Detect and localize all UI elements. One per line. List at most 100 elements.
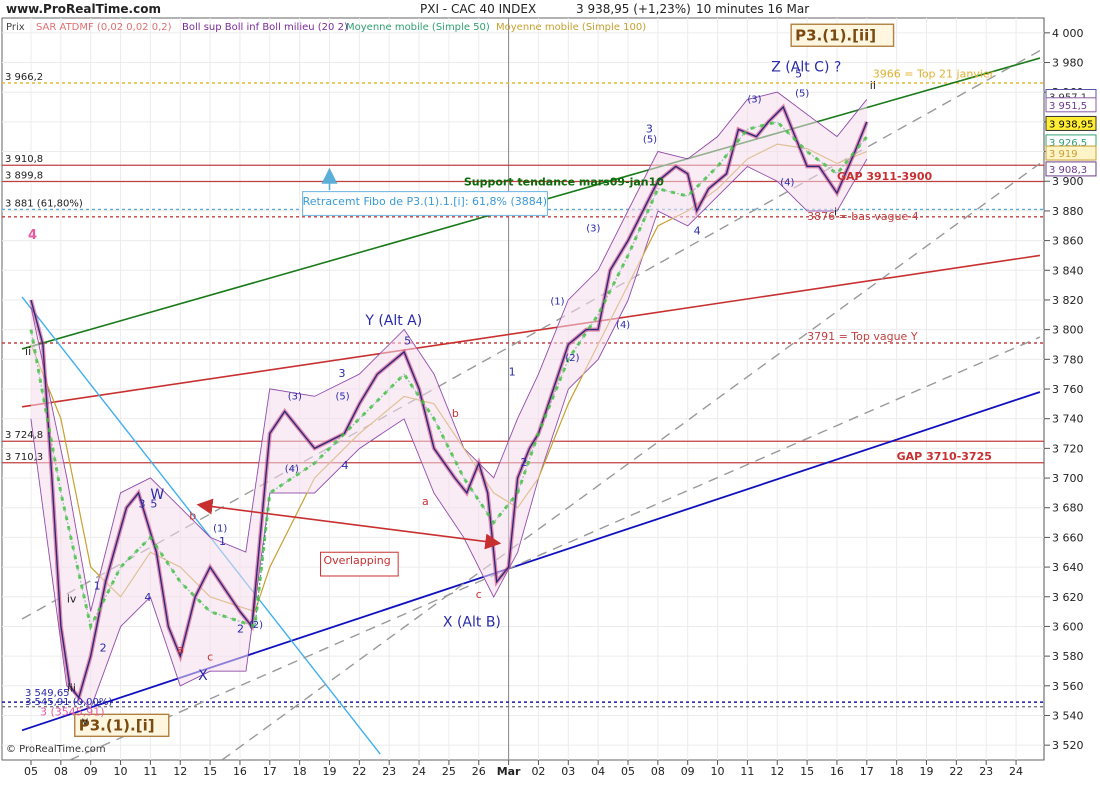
annotation: Retracemt Fibo de P3.(1).1.[i]: 61,8% (3…: [303, 195, 547, 208]
annotation: b: [452, 407, 459, 420]
wave-label: P3.(1).[i]: [79, 716, 155, 734]
site-label[interactable]: www.ProRealTime.com: [6, 2, 161, 16]
level-label: 3 724,8: [5, 430, 43, 441]
annotation: 3 (3545,91): [40, 705, 105, 718]
annotation: c: [207, 651, 213, 664]
period-label: 10 minutes 16 Mar: [696, 2, 809, 16]
annotation: (3): [586, 224, 600, 235]
x-tick-label: 02: [531, 765, 545, 778]
x-tick-label: 15: [203, 765, 217, 778]
price-tag-label: 3 919: [1049, 149, 1078, 160]
x-tick-label: 05: [621, 765, 635, 778]
annotation: a: [177, 643, 184, 656]
x-tick-label: 09: [681, 765, 695, 778]
annotation: 3: [646, 122, 653, 135]
legend-item: Prix: [6, 22, 25, 33]
x-tick-label: 12: [173, 765, 187, 778]
annotation: 3876 = bas vague 4: [807, 210, 919, 223]
level-label: 3 899,8: [5, 171, 43, 182]
annotation: 2: [100, 642, 107, 655]
y-tick-label: 4 000: [1052, 27, 1084, 40]
x-tick-label: 10: [114, 765, 128, 778]
chart-root: www.ProRealTime.com PXI - CAC 40 INDEX 3…: [0, 0, 1100, 800]
annotation: 3966 = Top 21 janvier: [873, 67, 995, 80]
annotation: 1: [219, 535, 226, 548]
annotation: 5: [404, 334, 411, 347]
y-tick-label: 3 620: [1052, 591, 1084, 604]
annotation: (5): [335, 391, 349, 402]
chart-title: PXI - CAC 40 INDEX: [420, 2, 536, 16]
price-tag-label: 3 908,3: [1049, 165, 1087, 176]
y-tick-label: 3 840: [1052, 264, 1084, 277]
annotation: 1: [509, 366, 516, 379]
x-tick-label: Mar: [497, 765, 521, 778]
annotation: iv: [67, 593, 77, 606]
y-tick-label: 3 600: [1052, 620, 1084, 633]
y-tick-label: 3 520: [1052, 739, 1084, 752]
annotation: (3): [747, 95, 761, 106]
footer-copyright: © ProRealTime.com: [6, 744, 106, 755]
y-tick-label: 3 660: [1052, 531, 1084, 544]
x-tick-label: 16: [233, 765, 247, 778]
y-tick-label: 3 640: [1052, 561, 1084, 574]
annotation: (5): [643, 135, 657, 146]
x-tick-label: 16: [830, 765, 844, 778]
x-tick-label: 19: [323, 765, 337, 778]
annotation: a: [422, 495, 429, 508]
price-tag-label: 3 951,5: [1049, 101, 1087, 112]
annotation: Overlapping: [324, 554, 391, 567]
annotation: Support tendance mars09-jan10: [464, 176, 664, 189]
x-tick-label: 22: [949, 765, 963, 778]
annotation: (1): [213, 523, 227, 534]
annotation: 1: [94, 579, 101, 592]
annotation: (4): [285, 464, 299, 475]
annotation: Y (Alt A): [364, 313, 422, 329]
annotation: GAP 3911-3900: [837, 170, 933, 183]
annotation: X: [198, 668, 208, 684]
y-tick-label: 3 580: [1052, 650, 1084, 663]
x-tick-label: 26: [472, 765, 486, 778]
level-label: 3 910,8: [5, 154, 43, 165]
x-tick-label: 23: [979, 765, 993, 778]
x-tick-label: 18: [890, 765, 904, 778]
x-tick-label: 03: [561, 765, 575, 778]
y-tick-label: 3 860: [1052, 235, 1084, 248]
y-tick-label: 3 900: [1052, 175, 1084, 188]
x-tick-label: 24: [412, 765, 426, 778]
price-tags: 3 957,13 951,53 938,953 926,53 9193 908,…: [1045, 89, 1097, 177]
level-label: 3 710,3: [5, 452, 43, 463]
y-tick-label: 3 700: [1052, 472, 1084, 485]
price-tag-label: 3 938,95: [1049, 119, 1094, 130]
annotation: (2): [249, 620, 263, 631]
annotation: b: [189, 510, 196, 523]
x-tick-label: 09: [84, 765, 98, 778]
annotation: i: [834, 205, 837, 218]
legend-item: Moyenne mobile (Simple 100): [496, 22, 646, 33]
level-label: 3 881 (61,80%): [5, 198, 83, 209]
x-tick-label: 04: [591, 765, 605, 778]
y-tick-label: 3 540: [1052, 709, 1084, 722]
last-price: 3 938,95 (+1,23%): [576, 2, 691, 16]
wave-label: P3.(1).[ii]: [795, 26, 876, 44]
y-tick-label: 3 740: [1052, 413, 1084, 426]
annotation: (4): [616, 320, 630, 331]
annotation: 4: [694, 225, 701, 238]
annotation: ii: [25, 345, 31, 358]
x-tick-label: 23: [382, 765, 396, 778]
legend-item: Moyenne mobile (Simple 50): [346, 22, 490, 33]
legend-item: SAR ATDMF (0,02 0,02 0,2): [36, 22, 172, 33]
annotation: 3: [338, 367, 345, 380]
x-tick-label: 05: [24, 765, 38, 778]
annotation: ii: [870, 79, 876, 92]
x-tick-label: 10: [711, 765, 725, 778]
annotation: 4: [28, 228, 37, 243]
annotation: (2): [565, 353, 579, 364]
x-tick-label: 15: [800, 765, 814, 778]
x-tick-label: 17: [860, 765, 874, 778]
x-tick-label: 24: [1009, 765, 1023, 778]
annotation: 2: [521, 456, 528, 469]
indicator-legend: Prix SAR ATDMF (0,02 0,02 0,2) Boll sup Bo…: [6, 22, 646, 33]
x-axis: 05 08 09 10 11 12 15 16 17 18 19 22 23 24 25 26 Mar 02 03 0…: [24, 760, 1023, 778]
y-tick-label: 3 820: [1052, 294, 1084, 307]
x-tick-label: 18: [293, 765, 307, 778]
